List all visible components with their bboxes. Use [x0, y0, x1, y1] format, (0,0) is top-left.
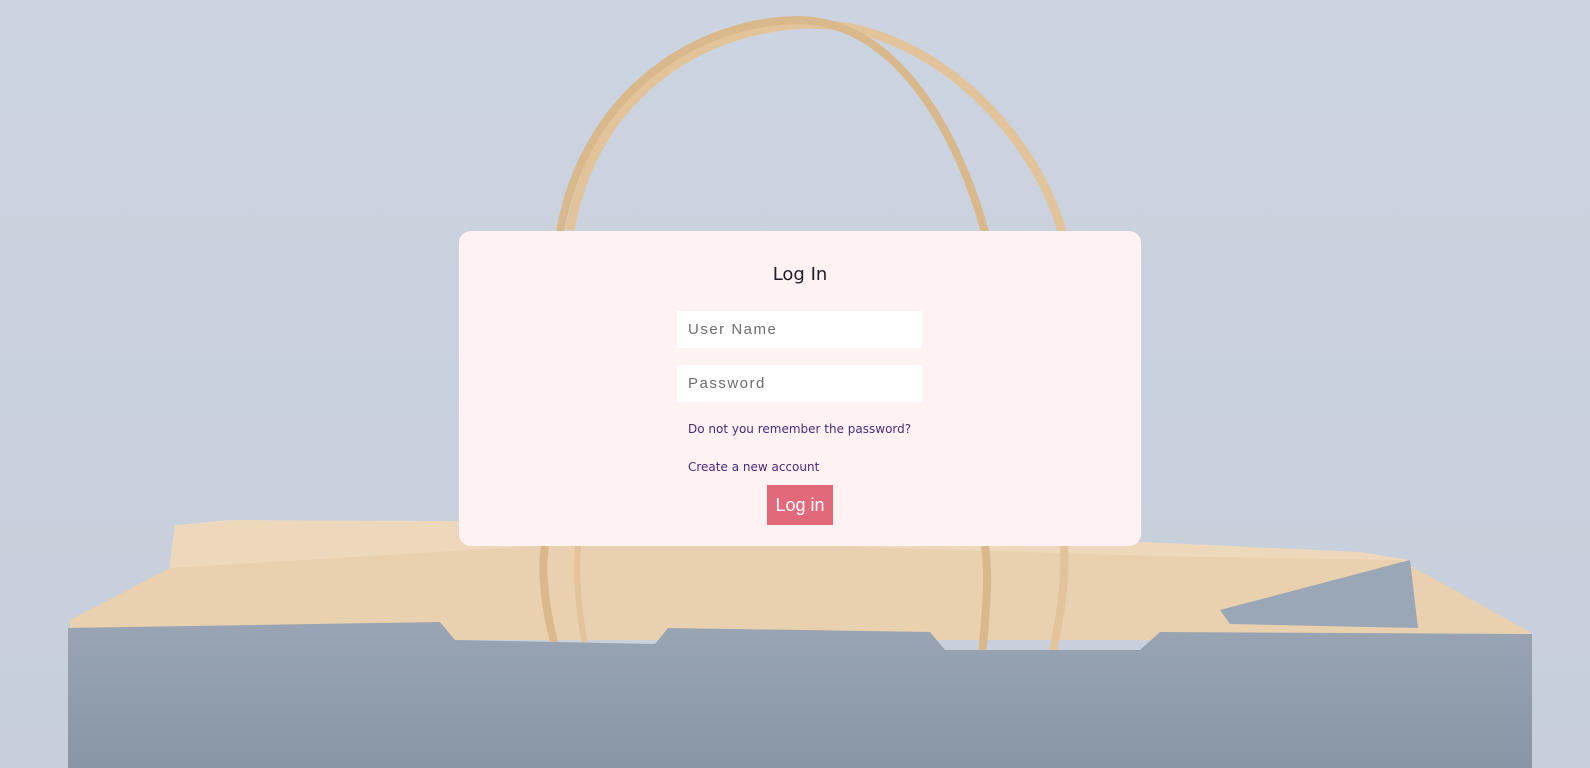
login-button[interactable]: Log in — [767, 485, 833, 525]
forgot-password-link[interactable]: Do not you remember the password? — [688, 422, 911, 436]
login-card: Log In Do not you remember the password?… — [459, 231, 1141, 546]
login-title: Log In — [772, 264, 828, 285]
create-account-link[interactable]: Create a new account — [688, 460, 819, 474]
password-input[interactable] — [677, 365, 922, 402]
username-input[interactable] — [677, 311, 922, 348]
